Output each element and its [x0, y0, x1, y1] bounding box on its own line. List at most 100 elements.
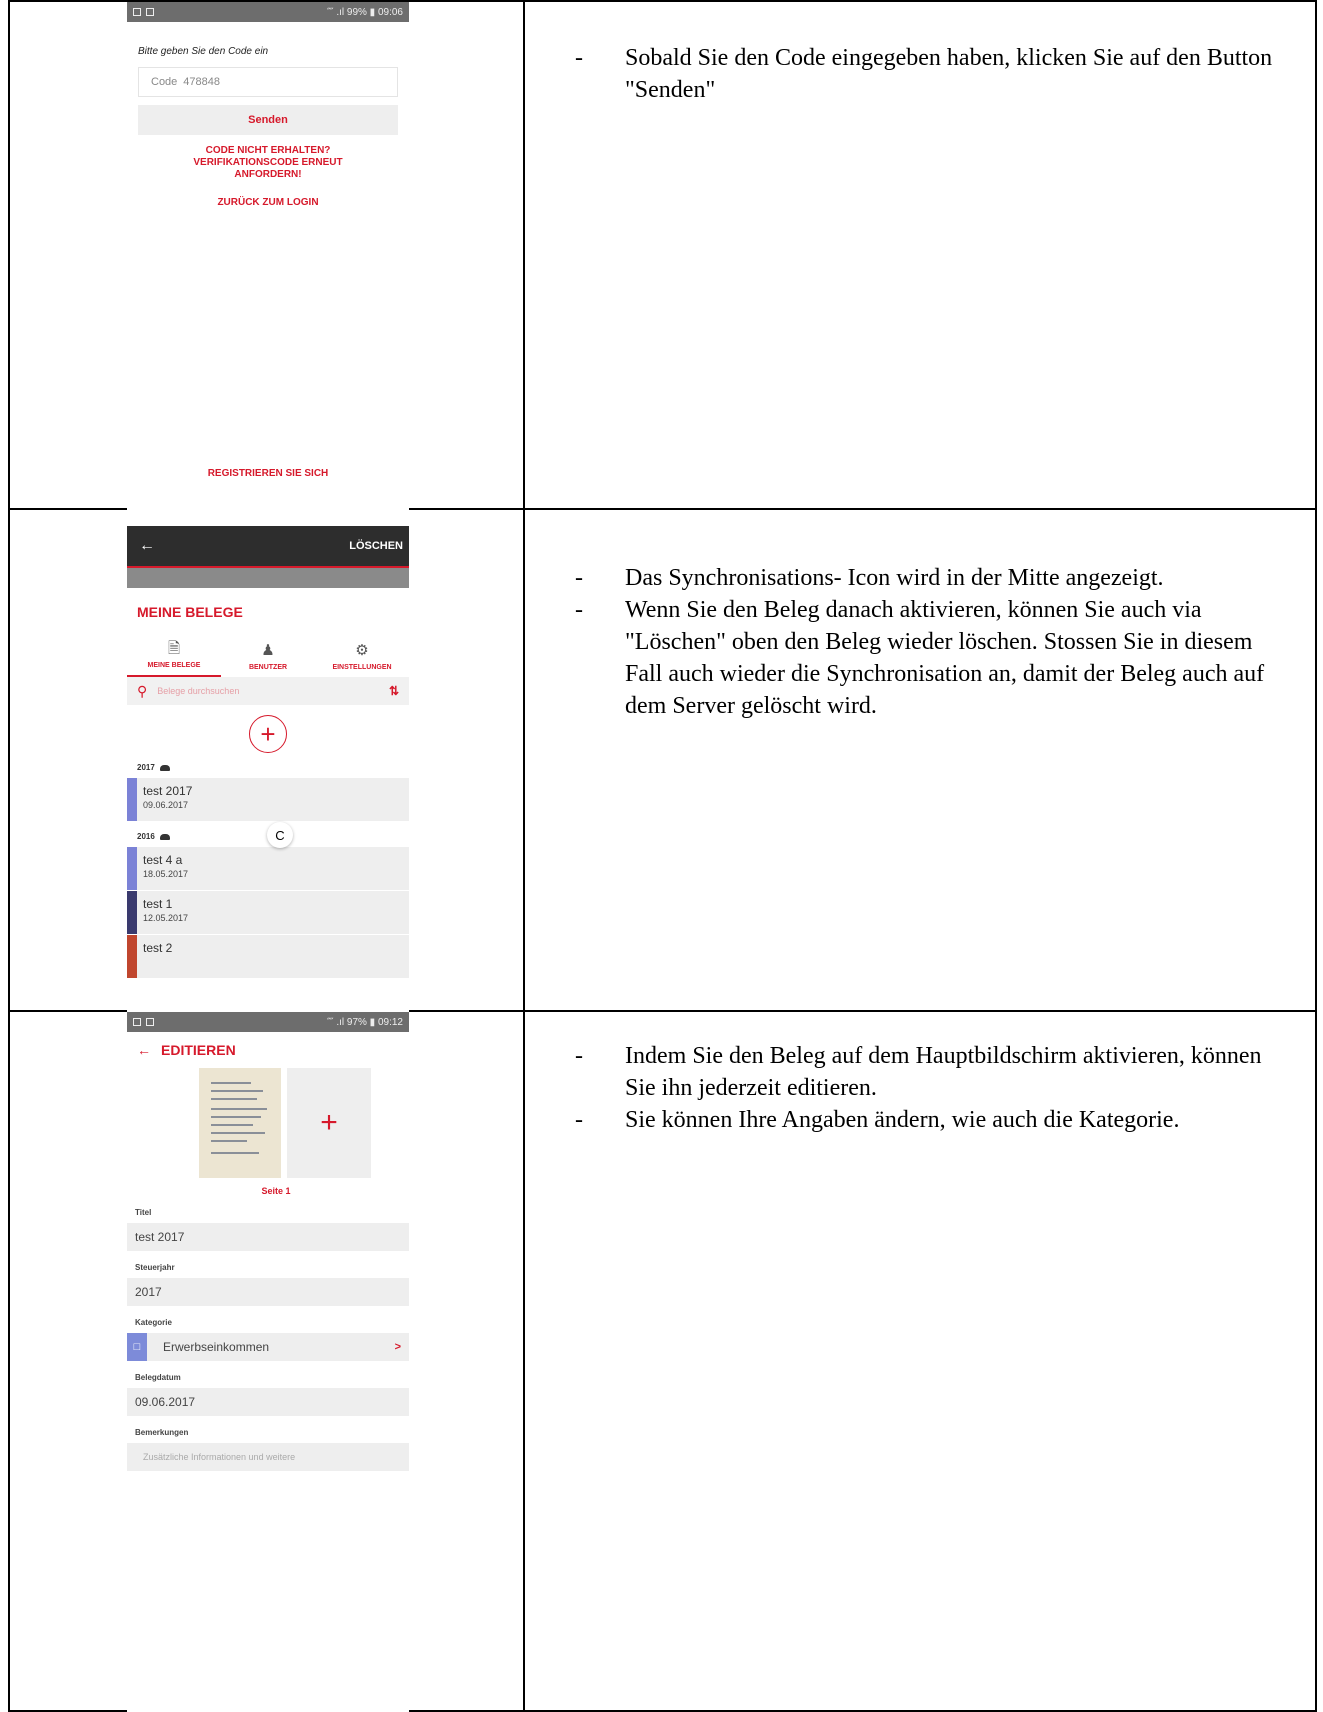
register-link[interactable]: REGISTRIEREN SIE SICH — [127, 468, 409, 480]
receipt-name: test 2 — [143, 941, 173, 955]
table-row: ← LÖSCHEN MEINE BELEGE 🗎 MEINE BELEGE ♟ … — [8, 508, 1317, 1012]
note-text: Indem Sie den Beleg auf dem Hauptbildsch… — [625, 1043, 1262, 1101]
list-dash: - — [575, 45, 583, 71]
list-item[interactable]: test 2 — [127, 935, 409, 979]
status-bar: ⁗ .ıl 97% ▮ 09:12 — [127, 1012, 409, 1032]
receipts-screen: ← LÖSCHEN MEINE BELEGE 🗎 MEINE BELEGE ♟ … — [127, 510, 409, 1012]
note-text: Wenn Sie den Beleg danach aktivieren, kö… — [625, 597, 1265, 719]
list-item[interactable]: test 1 12.05.2017 — [127, 891, 409, 935]
page-label: Seite 1 — [261, 1186, 291, 1196]
back-arrow-icon[interactable]: ← — [137, 1042, 151, 1058]
mail-icon — [146, 1018, 154, 1026]
screenshot-cell: ⁗ .ıl 99% ▮ 09:06 Bitte geben Sie den Co… — [8, 0, 525, 510]
cloud-icon — [159, 764, 170, 771]
image-icon — [133, 1018, 141, 1026]
status-icons-left — [133, 1018, 154, 1026]
notes-cell: - Das Synchronisations- Icon wird in der… — [523, 508, 1317, 1012]
field-label: Kategorie — [135, 1318, 172, 1327]
notes-list: - Sobald Sie den Code eingegeben haben, … — [575, 42, 1295, 106]
thumb-line — [211, 1116, 261, 1118]
thumb-line — [211, 1140, 247, 1142]
back-arrow-icon[interactable]: ← — [139, 537, 155, 555]
add-receipt-button[interactable]: + — [249, 715, 287, 753]
page-title: MEINE BELEGE — [137, 604, 243, 620]
verification-screen: ⁗ .ıl 99% ▮ 09:06 Bitte geben Sie den Co… — [127, 2, 409, 510]
delete-button[interactable]: LÖSCHEN — [349, 540, 403, 552]
list-item[interactable]: test 4 a 18.05.2017 — [127, 847, 409, 891]
add-page-button[interactable]: + — [287, 1068, 371, 1178]
tab-bar: 🗎 MEINE BELEGE ♟ BENUTZER ⚙ EINSTELLUNGE… — [127, 632, 409, 677]
category-color-bar — [127, 891, 137, 934]
receipt-date: 12.05.2017 — [143, 913, 189, 923]
status-icons-left — [133, 8, 154, 16]
thumb-line — [211, 1108, 267, 1110]
category-selector[interactable]: □ Erwerbseinkommen > — [127, 1333, 409, 1361]
thumb-line — [211, 1098, 257, 1100]
thumb-line — [211, 1132, 265, 1134]
code-input[interactable] — [183, 76, 304, 88]
note-text: Sie können Ihre Angaben ändern, wie auch… — [625, 1107, 1180, 1133]
status-indicators: ⁗ .ıl 99% ▮ 09:06 — [326, 6, 403, 18]
list-dash: - — [575, 1107, 583, 1133]
edit-screen: ⁗ .ıl 97% ▮ 09:12 ← EDITIEREN + Seite 1 … — [127, 1012, 409, 1712]
page-thumbnails: + — [199, 1068, 409, 1178]
list-dash: - — [575, 597, 583, 623]
notes-list: - Das Synchronisations- Icon wird in der… — [575, 562, 1295, 722]
thumb-line — [211, 1090, 263, 1092]
resend-line: CODE NICHT ERHALTEN? — [205, 145, 331, 156]
notes-cell: - Sobald Sie den Code eingegeben haben, … — [523, 0, 1317, 510]
receipt-date-field[interactable]: 09.06.2017 — [127, 1388, 409, 1416]
document-icon: 🗎 — [167, 640, 181, 657]
note-item: - Sobald Sie den Code eingegeben haben, … — [575, 42, 1295, 106]
list-dash: - — [575, 565, 583, 591]
gear-icon: ⚙ — [355, 642, 369, 659]
receipt-thumbnail[interactable] — [199, 1068, 281, 1178]
note-item: - Indem Sie den Beleg auf dem Hauptbilds… — [575, 1040, 1295, 1104]
image-icon — [133, 8, 141, 16]
field-label: Titel — [135, 1208, 152, 1217]
note-item: - Sie können Ihre Angaben ändern, wie au… — [575, 1104, 1295, 1136]
year-label: 2016 — [137, 832, 155, 841]
category-color-bar — [127, 778, 137, 821]
thumb-line — [211, 1152, 259, 1154]
search-bar[interactable]: ⚲ Belege durchsuchen ⇅ — [127, 677, 409, 705]
filter-icon[interactable]: ⇅ — [389, 684, 399, 698]
grey-band — [127, 568, 409, 588]
resend-line: ANFORDERN! — [234, 169, 302, 180]
category-color-bar — [127, 847, 137, 890]
receipt-date: 18.05.2017 — [143, 869, 189, 879]
back-to-login-link[interactable]: ZURÜCK ZUM LOGIN — [127, 197, 409, 209]
tab-label: BENUTZER — [248, 664, 288, 671]
tab-my-receipts[interactable]: 🗎 MEINE BELEGE — [127, 632, 221, 677]
mail-icon — [146, 8, 154, 16]
category-value: Erwerbseinkommen — [163, 1340, 270, 1354]
send-button[interactable]: Senden — [138, 105, 398, 135]
code-prompt: Bitte geben Sie den Code ein — [138, 46, 269, 57]
page-title: EDITIEREN — [161, 1042, 236, 1058]
search-icon: ⚲ — [137, 682, 148, 699]
status-bar: ⁗ .ıl 99% ▮ 09:06 — [127, 2, 409, 22]
remarks-field[interactable]: Zusätzliche Informationen und weitere — [127, 1443, 409, 1471]
sync-icon[interactable]: C — [267, 822, 293, 848]
resend-line: VERIFIKATIONSCODE ERNEUT — [193, 157, 343, 168]
edit-header: ← EDITIEREN — [137, 1042, 409, 1058]
code-field[interactable]: Code — [138, 67, 398, 97]
tab-settings[interactable]: ⚙ EINSTELLUNGEN — [315, 632, 409, 677]
tax-year-field[interactable]: 2017 — [127, 1278, 409, 1306]
chevron-right-icon: > — [394, 1341, 401, 1353]
field-label: Steuerjahr — [135, 1263, 175, 1272]
table-row: ⁗ .ıl 97% ▮ 09:12 ← EDITIEREN + Seite 1 … — [8, 1010, 1317, 1712]
list-item[interactable]: test 2017 09.06.2017 — [127, 778, 409, 822]
resend-code-link[interactable]: CODE NICHT ERHALTEN? VERIFIKATIONSCODE E… — [127, 145, 409, 181]
receipt-date: 09.06.2017 — [143, 800, 189, 810]
receipt-name: test 2017 — [143, 784, 193, 798]
top-toolbar: ← LÖSCHEN — [127, 526, 409, 566]
note-text: Das Synchronisations- Icon wird in der M… — [625, 565, 1164, 591]
title-field[interactable]: test 2017 — [127, 1223, 409, 1251]
year-header: 2017 — [137, 763, 409, 772]
notes-cell: - Indem Sie den Beleg auf dem Hauptbilds… — [523, 1010, 1317, 1712]
cloud-icon — [159, 833, 170, 840]
field-label: Bemerkungen — [135, 1428, 189, 1437]
tab-users[interactable]: ♟ BENUTZER — [221, 632, 315, 677]
screenshot-cell: ← LÖSCHEN MEINE BELEGE 🗎 MEINE BELEGE ♟ … — [8, 508, 525, 1012]
